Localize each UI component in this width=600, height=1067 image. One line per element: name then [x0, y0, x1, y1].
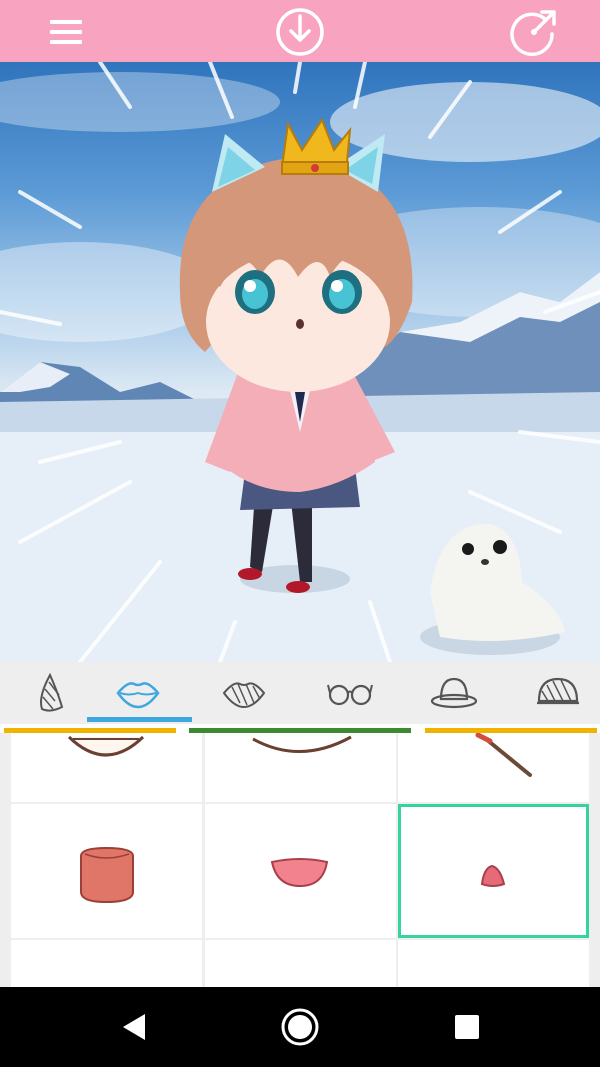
avatar-scene	[0, 62, 600, 662]
avatar-canvas	[0, 62, 600, 662]
grid-item-mouth-with-lollipop[interactable]	[398, 733, 589, 802]
grid-item-mouth-smile-line[interactable]	[205, 733, 396, 802]
grid-item-mouth-empty-b[interactable]	[205, 940, 396, 987]
grid-item-mouth-open-tongue[interactable]	[205, 804, 396, 938]
mouth-small-pout-icon	[480, 864, 506, 887]
back-triangle-icon	[123, 1014, 145, 1040]
tab-hat[interactable]	[404, 662, 504, 724]
mouth-open-round-icon	[80, 846, 134, 904]
recents-square-icon	[455, 1015, 479, 1039]
share-button[interactable]	[508, 6, 560, 58]
bowler-hat-icon	[430, 677, 478, 709]
menu-button[interactable]	[40, 6, 92, 58]
nose-icon	[40, 672, 64, 712]
top-toolbar	[0, 0, 600, 62]
tab-mouth-pattern[interactable]	[194, 662, 294, 724]
lollipop-icon	[475, 733, 532, 777]
grid-item-mouth-small-pout[interactable]	[398, 804, 589, 938]
mouth-tongue-icon	[270, 858, 329, 888]
system-nav-bar	[0, 987, 600, 1067]
item-grid	[0, 733, 600, 987]
grid-item-mouth-open-round[interactable]	[11, 804, 202, 938]
download-icon	[276, 8, 324, 56]
patterned-lips-icon	[222, 682, 266, 709]
tab-nose[interactable]	[0, 662, 100, 724]
tab-glasses[interactable]	[300, 662, 400, 724]
back-button[interactable]	[110, 1003, 158, 1051]
patterned-hat-icon	[537, 677, 579, 705]
tab-hat-pattern[interactable]	[508, 662, 600, 724]
share-icon	[510, 10, 556, 56]
save-button[interactable]	[274, 6, 326, 58]
mouth-smile-line-icon	[252, 735, 352, 753]
app-screen	[0, 0, 600, 1067]
hamburger-menu-icon	[50, 20, 82, 44]
grid-item-mouth-wide-smile-outline[interactable]	[11, 733, 202, 802]
grid-item-mouth-empty-a[interactable]	[11, 940, 202, 987]
tab-mouth[interactable]	[88, 662, 188, 724]
glasses-icon	[327, 684, 373, 706]
home-button[interactable]	[276, 1003, 324, 1051]
category-tabs	[0, 662, 600, 724]
lips-icon	[116, 682, 160, 709]
mouth-wide-smile-icon	[67, 735, 145, 757]
grid-item-mouth-empty-c[interactable]	[398, 940, 589, 987]
home-circle-icon	[281, 1008, 319, 1046]
recents-button[interactable]	[443, 1003, 491, 1051]
selected-tab-indicator	[87, 717, 192, 722]
